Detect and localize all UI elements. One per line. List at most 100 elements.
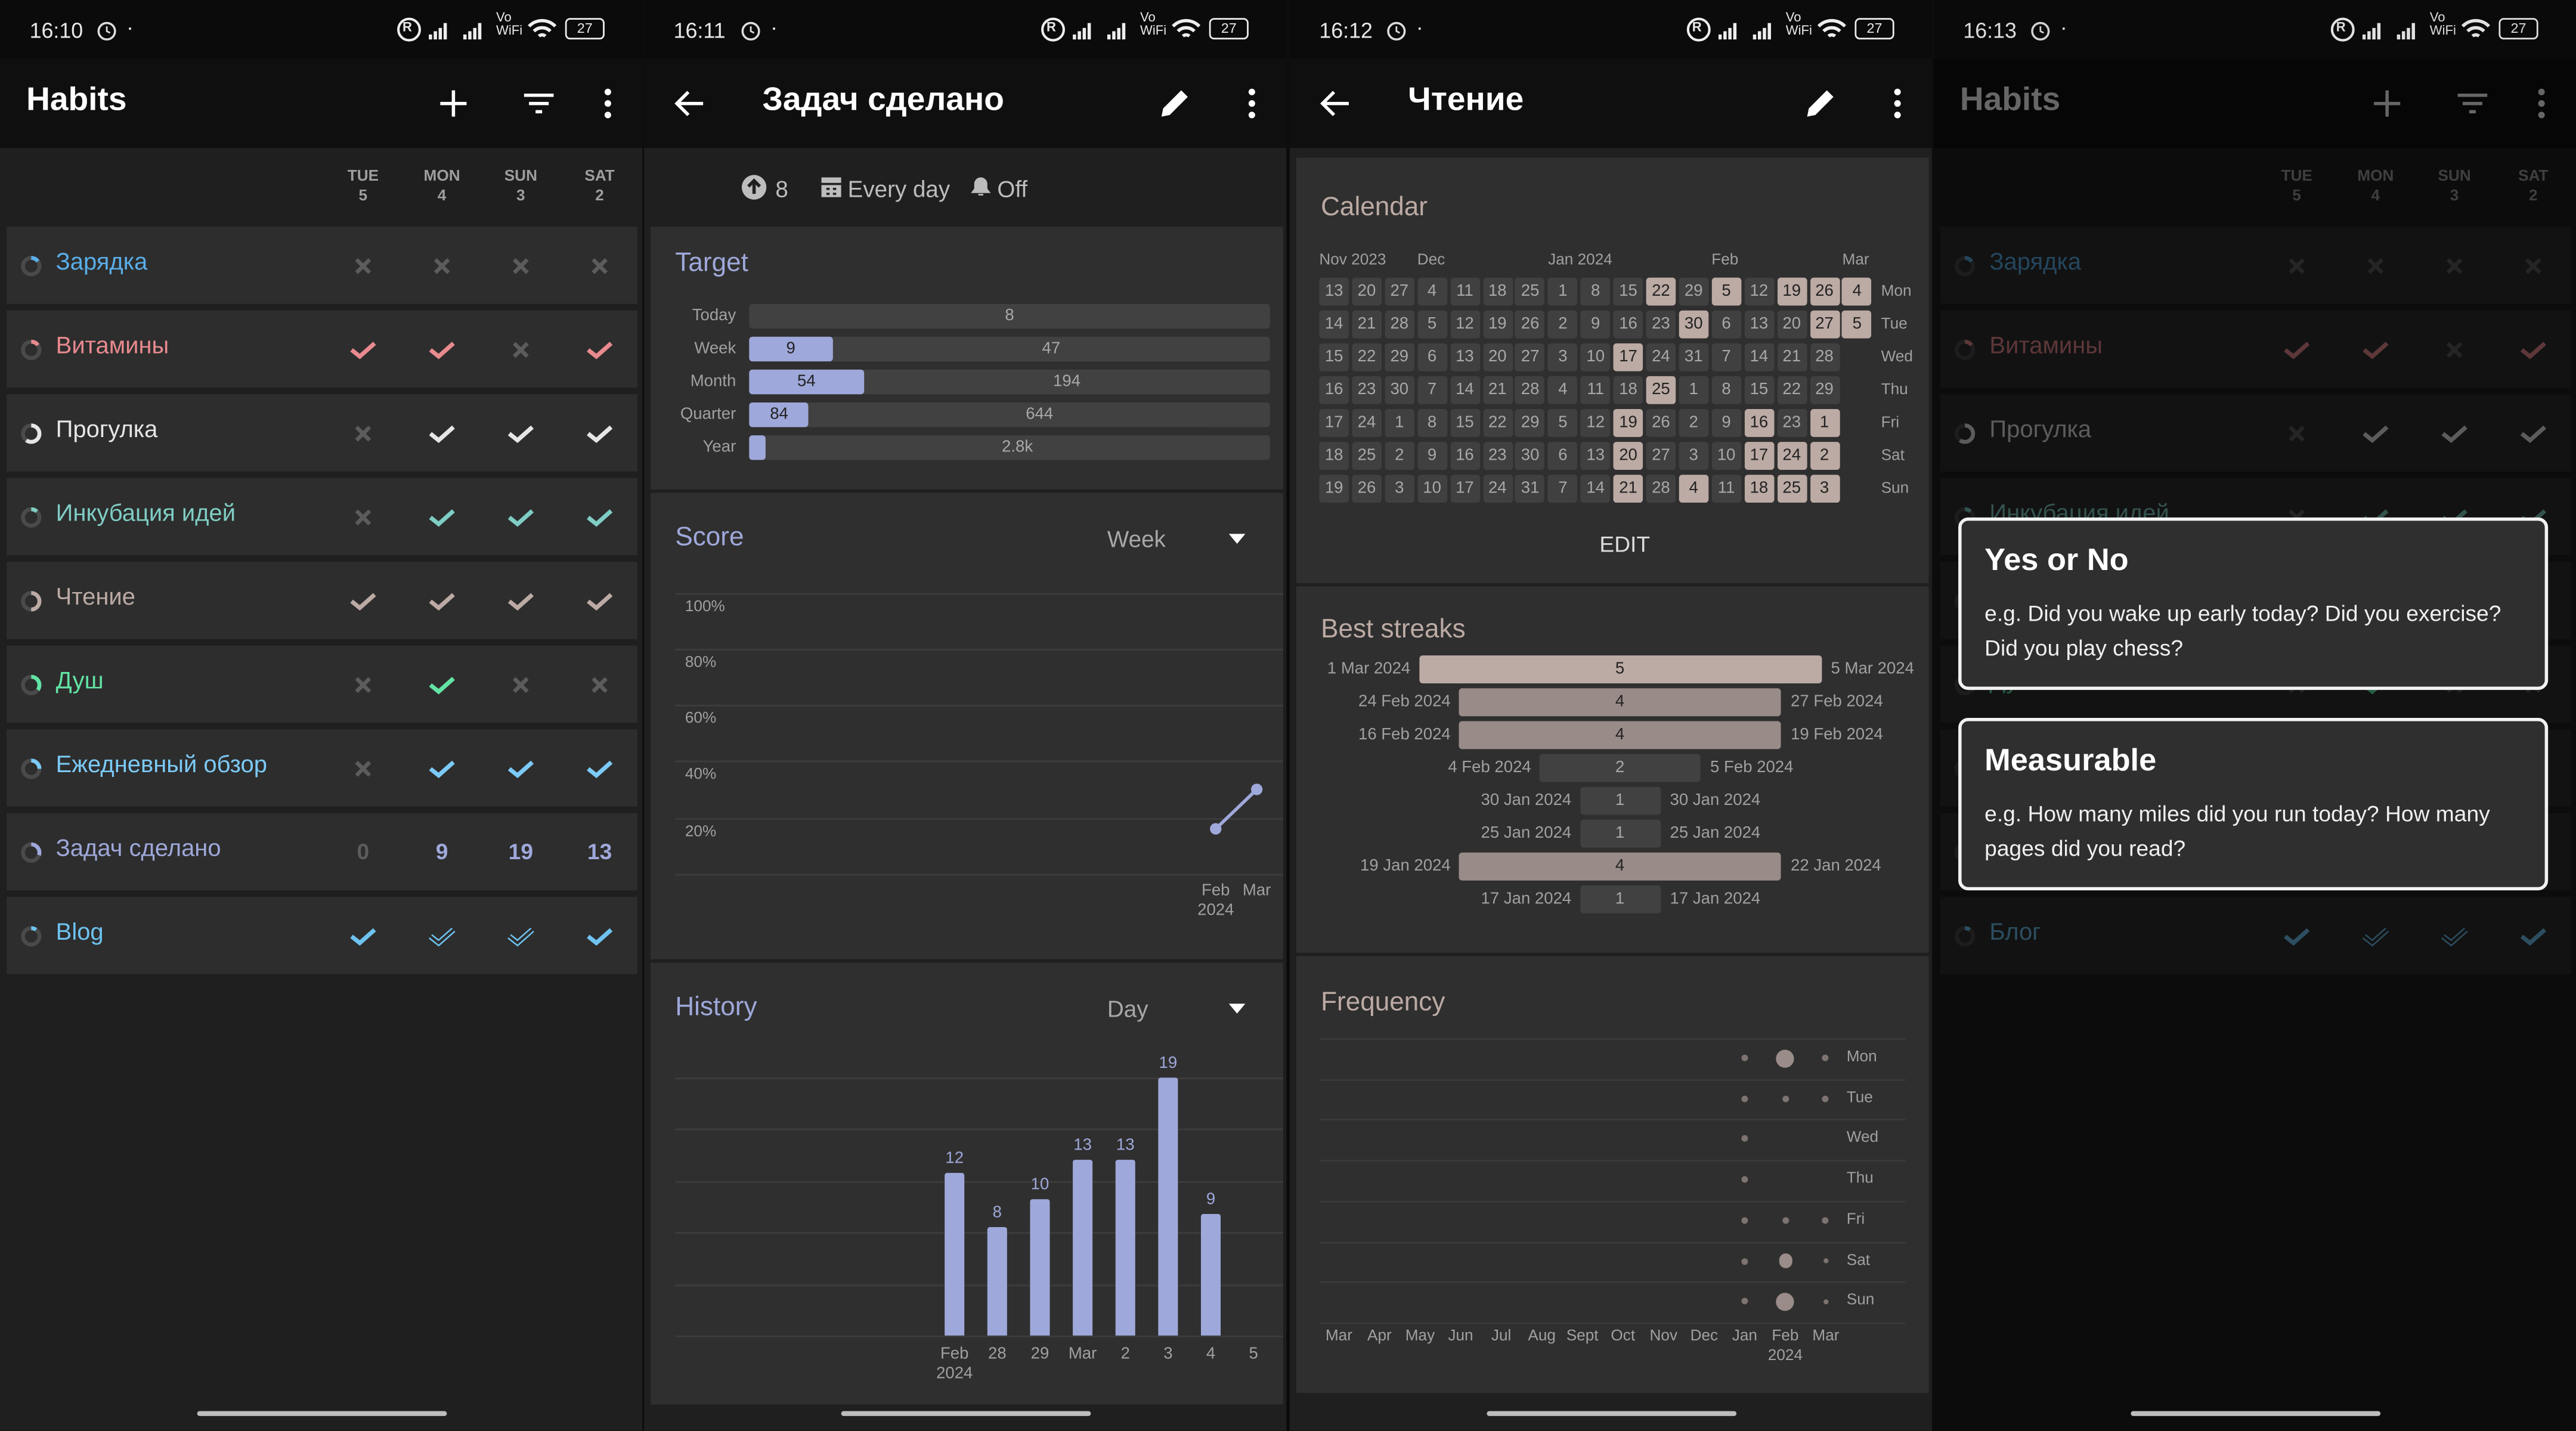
calendar-day-cell[interactable]: 8 [1417,409,1447,437]
calendar-day-cell[interactable]: 20 [1613,442,1643,470]
calendar-day-cell[interactable]: 29 [1384,343,1414,371]
calendar-day-cell[interactable]: 17 [1744,442,1774,470]
calendar-day-cell[interactable]: 27 [1809,310,1840,339]
calendar-day-cell[interactable]: 4 [1842,277,1872,306]
habit-row[interactable]: Задач сделано 09 19 13 [7,813,637,891]
calendar-day-cell[interactable]: 17 [1613,343,1643,371]
calendar-day-cell[interactable]: 22 [1482,409,1513,437]
calendar-day-cell[interactable]: 14 [1580,475,1611,503]
calendar-day-cell[interactable]: 19 [1482,310,1513,339]
calendar-day-cell[interactable]: 10 [1580,343,1611,371]
habit-checkmark-cell[interactable] [501,330,540,370]
calendar-day-cell[interactable]: 19 [1776,277,1807,306]
calendar-day-cell[interactable]: 26 [1646,409,1676,437]
calendar-day-cell[interactable]: 18 [1482,277,1513,306]
calendar-day-cell[interactable]: 26 [1809,277,1840,306]
calendar-day-cell[interactable]: 18 [1744,475,1774,503]
calendar-day-cell[interactable]: 27 [1384,277,1414,306]
calendar-day-cell[interactable]: 13 [1580,442,1611,470]
habit-row[interactable]: Инкубация идей [7,478,637,556]
habit-checkmark-cell[interactable] [422,414,462,453]
habit-value-cell[interactable]: 9 [422,833,462,872]
calendar-day-cell[interactable]: 24 [1352,409,1382,437]
calendar-day-cell[interactable]: 4 [1417,277,1447,306]
calendar-day-cell[interactable]: 1 [1809,409,1840,437]
calendar-day-cell[interactable]: 23 [1646,310,1676,339]
calendar-day-cell[interactable]: 3 [1548,343,1578,371]
calendar-day-cell[interactable]: 22 [1776,376,1807,404]
calendar-day-cell[interactable]: 2 [1679,409,1709,437]
calendar-day-cell[interactable]: 26 [1352,475,1382,503]
history-period-dropdown[interactable]: Day [1107,996,1148,1022]
calendar-day-cell[interactable]: 3 [1809,475,1840,503]
habit-checkmark-cell[interactable] [422,498,462,537]
calendar-day-cell[interactable]: 13 [1744,310,1774,339]
calendar-day-cell[interactable]: 15 [1744,376,1774,404]
back-button[interactable] [670,84,710,123]
calendar-day-cell[interactable]: 11 [1711,475,1741,503]
calendar-day-cell[interactable]: 5 [1417,310,1447,339]
filter-button[interactable] [519,84,559,123]
more-options-button[interactable] [1232,84,1271,123]
calendar-day-cell[interactable]: 7 [1711,343,1741,371]
habit-checkmark-cell[interactable] [422,246,462,286]
calendar-day-cell[interactable]: 23 [1776,409,1807,437]
calendar-day-cell[interactable]: 25 [1776,475,1807,503]
calendar-day-cell[interactable]: 9 [1580,310,1611,339]
calendar-day-cell[interactable]: 17 [1450,475,1480,503]
calendar-day-cell[interactable]: 20 [1352,277,1382,306]
habit-checkmark-cell[interactable] [580,916,620,956]
calendar-day-cell[interactable]: 19 [1319,475,1349,503]
calendar-day-cell[interactable]: 16 [1450,442,1480,470]
calendar-day-cell[interactable]: 29 [1809,376,1840,404]
habit-checkmark-cell[interactable] [343,330,383,370]
calendar-day-cell[interactable]: 20 [1482,343,1513,371]
calendar-day-cell[interactable]: 25 [1352,442,1382,470]
calendar-day-cell[interactable]: 10 [1417,475,1447,503]
calendar-day-cell[interactable]: 11 [1580,376,1611,404]
habit-checkmark-cell[interactable] [422,749,462,788]
calendar-day-cell[interactable]: 2 [1548,310,1578,339]
habit-checkmark-cell[interactable] [501,414,540,453]
calendar-day-cell[interactable]: 8 [1580,277,1611,306]
calendar-day-cell[interactable]: 10 [1711,442,1741,470]
calendar-day-cell[interactable]: 14 [1744,343,1774,371]
habit-row[interactable]: Ежедневный обзор [7,729,637,807]
calendar-day-cell[interactable]: 13 [1319,277,1349,306]
calendar-day-cell[interactable]: 6 [1548,442,1578,470]
calendar-day-cell[interactable]: 12 [1744,277,1774,306]
calendar-day-cell[interactable]: 20 [1776,310,1807,339]
calendar-day-cell[interactable]: 5 [1548,409,1578,437]
habit-checkmark-cell[interactable] [422,916,462,956]
habit-checkmark-cell[interactable] [580,330,620,370]
calendar-day-cell[interactable]: 12 [1580,409,1611,437]
calendar-day-cell[interactable]: 14 [1450,376,1480,404]
calendar-day-cell[interactable]: 22 [1352,343,1382,371]
edit-button[interactable] [1801,84,1840,123]
calendar-day-cell[interactable]: 7 [1417,376,1447,404]
calendar-day-cell[interactable]: 28 [1646,475,1676,503]
home-indicator[interactable] [2131,1411,2381,1416]
calendar-day-cell[interactable]: 9 [1711,409,1741,437]
habit-checkmark-cell[interactable] [580,246,620,286]
dropdown-arrow-icon[interactable] [1228,1003,1246,1014]
habit-row[interactable]: Чтение [7,562,637,639]
calendar-day-cell[interactable]: 22 [1646,277,1676,306]
calendar-day-cell[interactable]: 31 [1515,475,1545,503]
calendar-day-cell[interactable]: 29 [1679,277,1709,306]
calendar-day-cell[interactable]: 21 [1776,343,1807,371]
habit-checkmark-cell[interactable] [580,749,620,788]
calendar-day-cell[interactable]: 4 [1548,376,1578,404]
measurable-option[interactable]: Measurable e.g. How many miles did you r… [1958,717,2549,891]
calendar-day-cell[interactable]: 16 [1613,310,1643,339]
calendar-day-cell[interactable]: 9 [1417,442,1447,470]
calendar-day-cell[interactable]: 23 [1482,442,1513,470]
calendar-day-cell[interactable]: 2 [1809,442,1840,470]
calendar-day-cell[interactable]: 12 [1450,310,1480,339]
calendar-day-cell[interactable]: 21 [1613,475,1643,503]
habit-checkmark-cell[interactable] [343,498,383,537]
home-indicator[interactable] [841,1411,1091,1416]
calendar-day-cell[interactable]: 3 [1384,475,1414,503]
habit-checkmark-cell[interactable] [422,665,462,705]
more-options-button[interactable] [588,84,627,123]
